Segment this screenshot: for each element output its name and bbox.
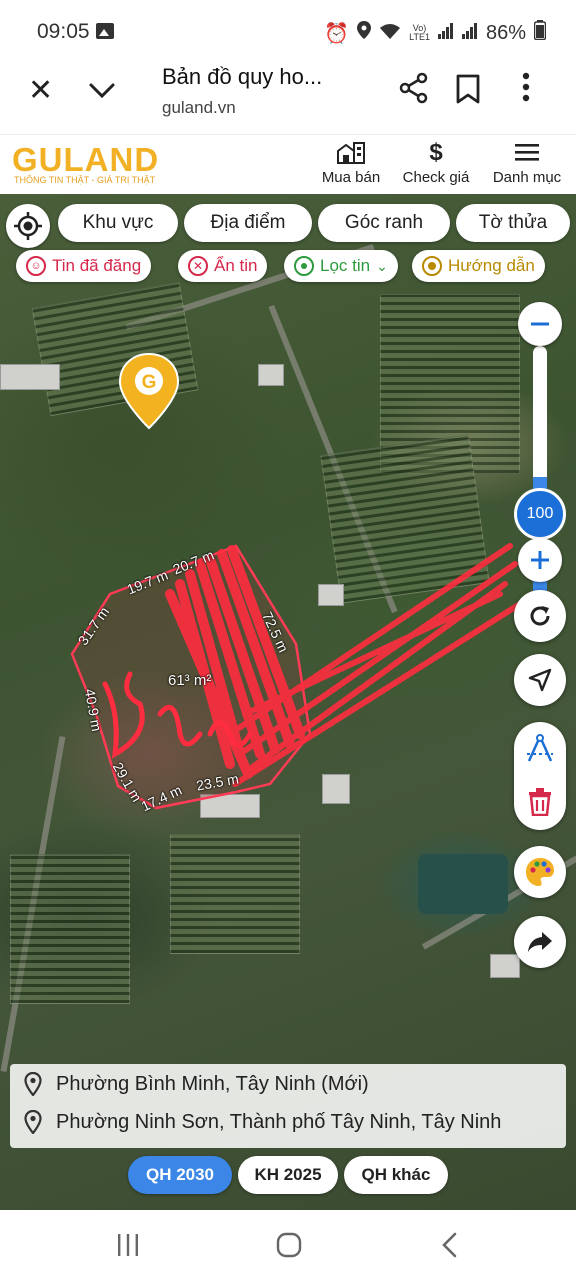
navigate-button[interactable] [514, 654, 566, 706]
address-line-2: Phường Ninh Sơn, Thành phố Tây Ninh, Tây… [56, 1110, 502, 1133]
page-title: Bản đồ quy ho... [162, 64, 323, 89]
menu-icon [488, 141, 566, 165]
chip-khu-vuc[interactable]: Khu vực [58, 204, 178, 242]
zoom-out-button[interactable] [518, 302, 562, 346]
volte-icon: Vo) LTE1 [409, 23, 430, 42]
address-line-1: Phường Bình Minh, Tây Ninh (Mới) [56, 1072, 369, 1095]
battery-icon [533, 20, 547, 46]
browser-toolbar: ✕ Bản đồ quy ho... guland.vn [0, 62, 576, 130]
battery-level: 86% [485, 21, 526, 44]
nav-mua-ban[interactable]: Mua bán [318, 141, 384, 186]
status-time: 09:05 [37, 20, 90, 43]
chip-dia-diem[interactable]: Địa điểm [184, 204, 312, 242]
posts-icon: ☺ [26, 256, 46, 276]
chip-label: Tin đã đăng [52, 256, 142, 275]
address-new[interactable]: Phường Bình Minh, Tây Ninh (Mới) [24, 1072, 369, 1096]
filter-pin-icon [294, 256, 314, 276]
address-panel: Phường Bình Minh, Tây Ninh (Mới) Phường … [10, 1064, 566, 1148]
buildings-icon [318, 141, 384, 165]
share-map-button[interactable] [514, 916, 566, 968]
plot-area-label: 61³ m² [168, 672, 212, 689]
status-bar: 09:05 ⏰ Vo) LTE1 86% [0, 0, 576, 62]
location-pin-outline-icon [24, 1110, 42, 1134]
plus-icon [531, 551, 549, 569]
measure-compass-icon[interactable] [525, 734, 555, 769]
status-icons: ⏰ Vo) LTE1 86% [324, 20, 547, 46]
system-nav-bar [0, 1210, 576, 1280]
share-icon[interactable] [398, 72, 430, 109]
chip-label: Ẩn tin [214, 256, 258, 275]
chip-loc-tin[interactable]: Lọc tin ⌄ [284, 250, 398, 282]
dollar-icon: $ [429, 139, 443, 166]
chevron-down-icon[interactable] [88, 76, 116, 109]
zoom-in-button[interactable] [518, 538, 562, 582]
nav-danh-muc[interactable]: Danh mục [488, 141, 566, 186]
chip-label: Lọc tin [320, 256, 371, 275]
satellite-map[interactable]: 61³ m² 19.7 m 20.7 m 72.5 m 31.7 m 40.9 … [0, 194, 576, 1210]
chip-to-thua[interactable]: Tờ thửa [456, 204, 570, 242]
alarm-icon: ⏰ [324, 22, 350, 45]
zoom-level-badge[interactable]: 100 [514, 488, 566, 540]
wifi-icon [379, 22, 401, 45]
navigation-arrow-icon [528, 668, 552, 692]
site-header: GULAND THÔNG TIN THẬT - GIÁ TRỊ THẬT Mua… [0, 134, 576, 194]
location-pin-icon[interactable]: G [118, 352, 180, 435]
minus-icon [531, 322, 549, 326]
guland-logo[interactable]: GULAND [12, 141, 159, 179]
logo-tagline: THÔNG TIN THẬT - GIÁ TRỊ THẬT [14, 175, 156, 185]
chip-huong-dan[interactable]: Hướng dẫn [412, 250, 545, 282]
nav-label: Mua bán [321, 169, 381, 186]
location-icon [357, 21, 372, 45]
chip-tin-da-dang[interactable]: ☺ Tin đã đăng [16, 250, 152, 282]
chevron-down-icon: ⌄ [376, 257, 388, 274]
home-icon[interactable] [276, 1232, 302, 1263]
refresh-button[interactable] [514, 590, 566, 642]
back-icon[interactable] [440, 1232, 460, 1263]
nav-check-gia[interactable]: $ Check giá [398, 139, 474, 187]
map-style-button[interactable] [514, 846, 566, 898]
nav-label: Danh mục [492, 169, 562, 186]
crosshair-icon [14, 212, 42, 240]
close-icon[interactable]: ✕ [28, 76, 53, 106]
my-location-button[interactable] [6, 204, 50, 248]
bookmark-icon[interactable] [456, 74, 480, 109]
refresh-icon [530, 606, 550, 626]
trash-icon[interactable] [528, 788, 552, 821]
forward-arrow-icon [528, 932, 552, 952]
address-old[interactable]: Phường Ninh Sơn, Thành phố Tây Ninh, Tây… [24, 1110, 501, 1134]
location-pin-outline-icon [24, 1072, 42, 1096]
nav-label: Check giá [402, 169, 470, 186]
signal-icon [461, 22, 478, 45]
tab-qh-khac[interactable]: QH khác [344, 1156, 448, 1194]
chip-label: Hướng dẫn [448, 256, 535, 275]
chip-an-tin[interactable]: ✕ Ẩn tin [178, 250, 268, 282]
image-icon [96, 23, 114, 39]
draw-tools-panel [514, 722, 566, 830]
more-vert-icon[interactable] [522, 72, 530, 107]
chip-goc-ranh[interactable]: Góc ranh [318, 204, 450, 242]
recent-apps-icon[interactable] [116, 1232, 140, 1263]
palette-icon [526, 858, 554, 886]
tab-kh-2025[interactable]: KH 2025 [238, 1156, 338, 1194]
svg-text:G: G [142, 372, 157, 393]
signal-icon [437, 22, 454, 45]
hide-icon: ✕ [188, 256, 208, 276]
tab-qh-2030[interactable]: QH 2030 [128, 1156, 232, 1194]
page-url[interactable]: guland.vn [162, 98, 236, 118]
guide-icon [422, 256, 442, 276]
